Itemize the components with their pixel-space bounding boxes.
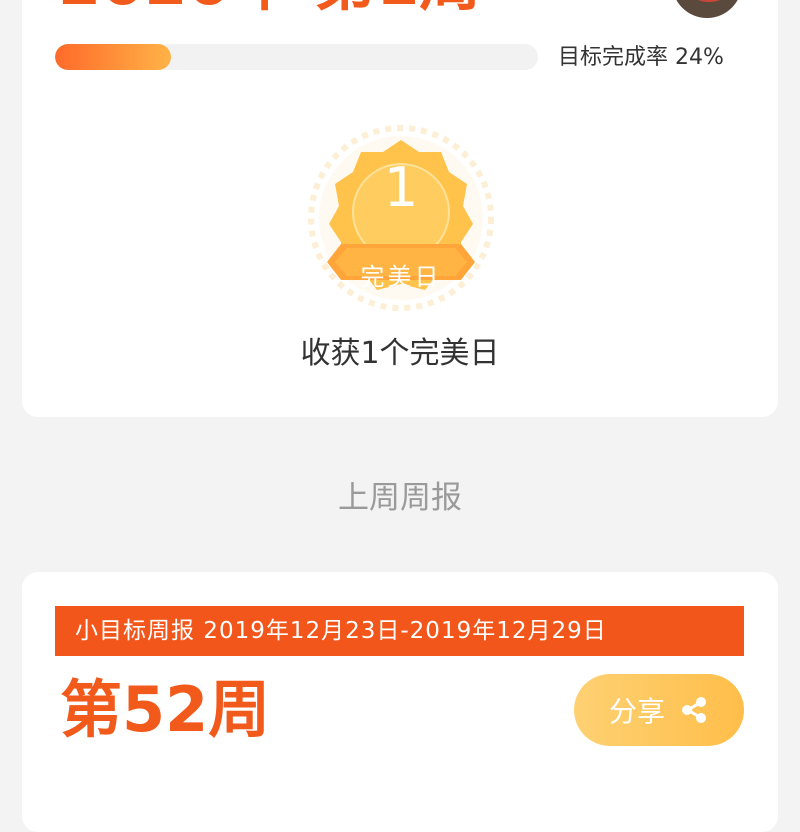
share-button[interactable]: 分享 [574, 674, 744, 746]
perfect-day-badge[interactable]: 1 完美日 [305, 122, 497, 314]
last-week-section-title: 上周周报 [338, 480, 462, 516]
avatar[interactable] [672, 0, 742, 18]
goal-progress-bar [55, 44, 538, 70]
last-week-report-card: 小目标周报 2019年12月23日-2019年12月29日 第52周 分享 [22, 572, 778, 832]
report-date-banner: 小目标周报 2019年12月23日-2019年12月29日 [55, 606, 744, 656]
week-title: 2020年 第1周 [58, 0, 481, 14]
share-icon [679, 695, 709, 725]
perfect-day-count: 1 [383, 156, 419, 219]
goal-rate-label: 目标完成率 24% [558, 45, 724, 70]
current-week-card: 2020年 第1周 目标完成率 24% 1 完美日 收获1个完美日 [22, 0, 778, 417]
perfect-day-ribbon-label: 完美日 [360, 263, 442, 291]
goal-progress-fill [55, 44, 171, 70]
perfect-day-caption: 收获1个完美日 [300, 336, 500, 371]
report-week-number: 第52周 [60, 673, 271, 746]
share-button-label: 分享 [608, 695, 665, 728]
